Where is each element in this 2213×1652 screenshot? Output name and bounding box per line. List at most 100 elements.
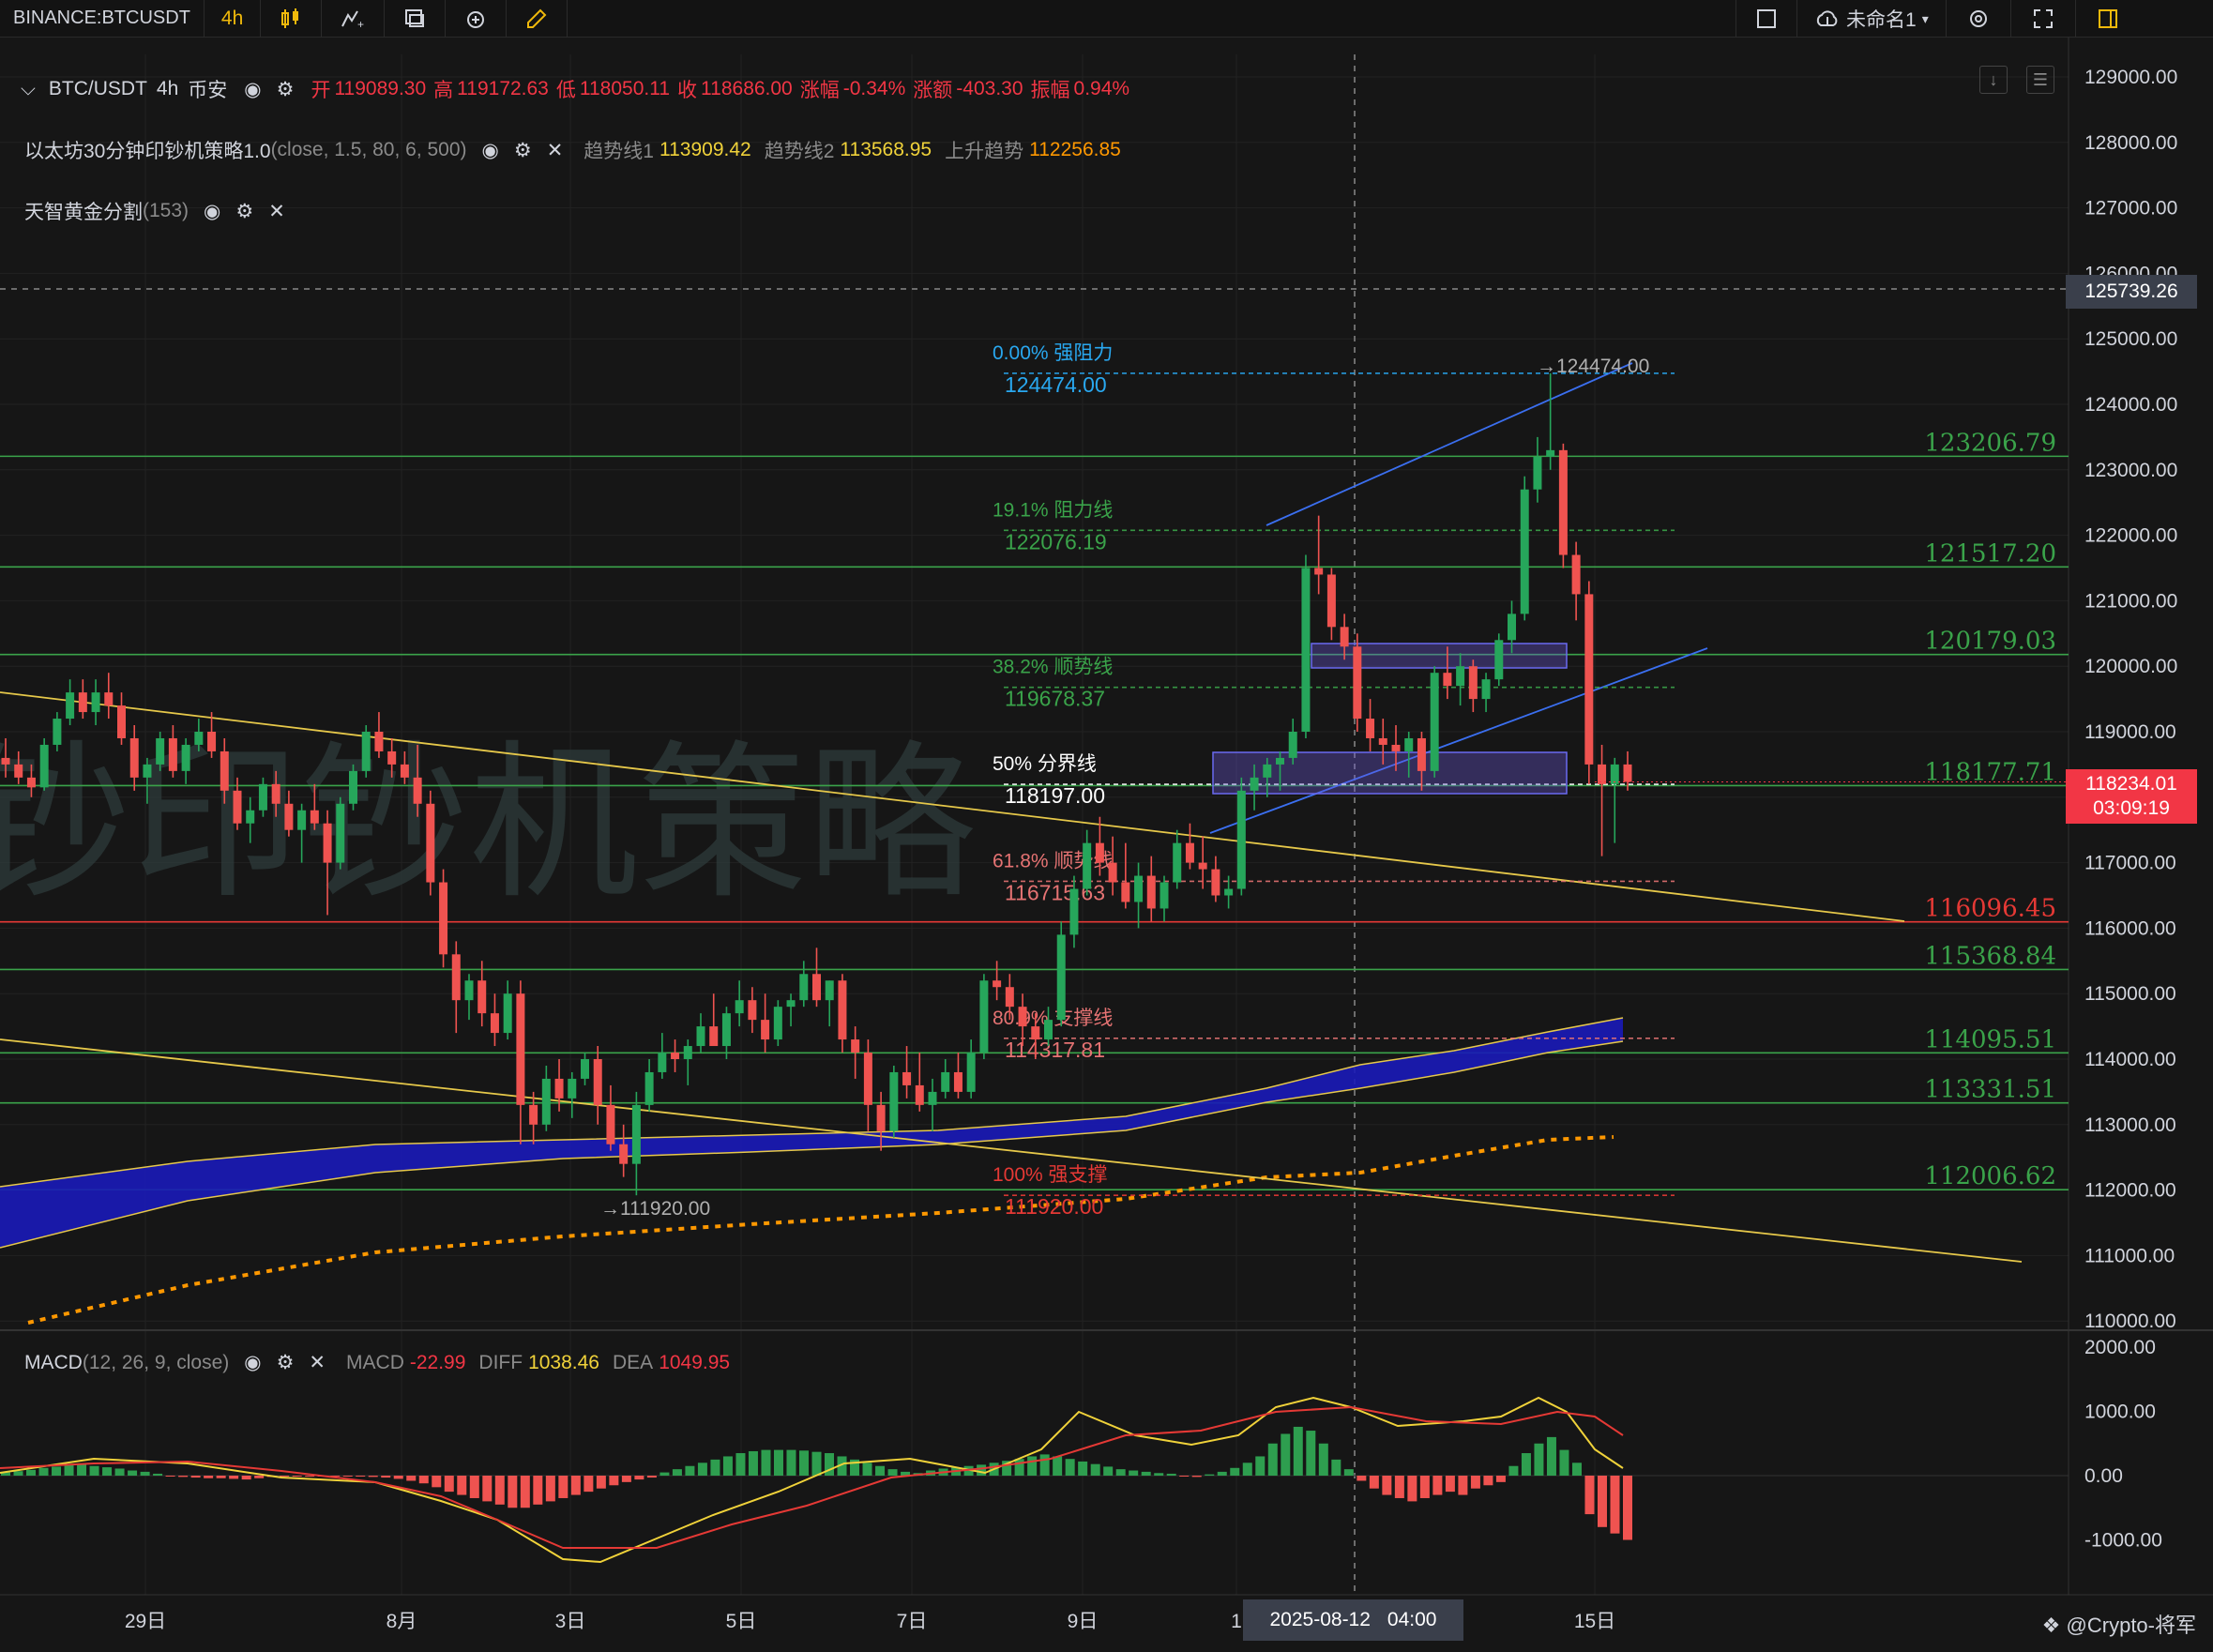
- candle-body: [1056, 934, 1066, 1021]
- macd-histogram-bar: [875, 1465, 886, 1476]
- scroll-down-button[interactable]: ↓: [1979, 66, 2008, 94]
- macd-histogram-bar: [710, 1459, 720, 1476]
- gear-icon[interactable]: ⚙: [235, 200, 253, 223]
- candle-body: [426, 803, 435, 883]
- candle-body: [297, 810, 307, 830]
- candle-body: [1546, 449, 1555, 457]
- macd-histogram-bar: [381, 1476, 391, 1478]
- macd-histogram-bar: [1281, 1433, 1291, 1476]
- eye-icon[interactable]: ◉: [204, 200, 220, 223]
- candle-body: [554, 1078, 564, 1099]
- candle-body: [1430, 673, 1439, 771]
- candle-body: [1173, 842, 1182, 883]
- eye-icon[interactable]: ◉: [244, 1351, 261, 1374]
- gear-icon[interactable]: ⚙: [277, 78, 295, 101]
- candle-body: [503, 993, 512, 1034]
- gear-icon[interactable]: ⚙: [514, 139, 532, 162]
- trend1-label: 趋势线1: [584, 141, 654, 162]
- candle-body: [568, 1078, 577, 1099]
- macd-histogram-bar: [1369, 1476, 1379, 1489]
- crosshair-price-badge: 125739.26: [2066, 275, 2197, 309]
- candle-body: [1366, 719, 1375, 738]
- macd-histogram-bar: [1039, 1454, 1050, 1476]
- candle-body: [721, 1013, 731, 1047]
- candle-body: [1623, 764, 1632, 782]
- macd-histogram-bar: [1027, 1456, 1038, 1476]
- candle-body: [1018, 1007, 1027, 1027]
- candle-body: [593, 1059, 602, 1105]
- macd-histogram-bar: [64, 1464, 74, 1476]
- macd-histogram-bar: [1078, 1461, 1088, 1476]
- macd-histogram-bar: [52, 1466, 62, 1476]
- macd-histogram-bar: [1255, 1456, 1266, 1476]
- gear-icon[interactable]: ⚙: [277, 1351, 295, 1374]
- candle-body: [1571, 554, 1581, 595]
- diff-label: DIFF: [478, 1351, 523, 1373]
- macd-histogram-bar: [292, 1476, 302, 1477]
- macd-tick-label: 0.00: [2084, 1465, 2123, 1487]
- macd-histogram-bar: [722, 1456, 733, 1476]
- price-tick-label: 111000.00: [2084, 1245, 2175, 1266]
- macd-diff-line: [0, 1396, 1624, 1564]
- candle-body: [1417, 737, 1426, 771]
- candle-body: [644, 1071, 654, 1105]
- candle-body: [1, 757, 10, 765]
- collapse-chevron-icon[interactable]: ⌵: [21, 78, 36, 100]
- candle-body: [1250, 777, 1259, 791]
- trend-band: [0, 1017, 1624, 1325]
- candle-body: [748, 1000, 757, 1021]
- candle-body: [902, 1071, 912, 1085]
- macd-histogram-bar: [432, 1476, 442, 1488]
- candle-body: [413, 777, 422, 804]
- macd-histogram-bar: [584, 1476, 594, 1493]
- candle-body: [490, 1013, 499, 1034]
- fib-value-label: 119678.37: [1005, 687, 1105, 711]
- macd-histogram-bar: [1230, 1467, 1240, 1476]
- price-tick-label: 127000.00: [2084, 198, 2177, 220]
- candle-body: [928, 1091, 937, 1105]
- candle-body: [1288, 732, 1297, 758]
- macd-histogram-bar: [128, 1470, 138, 1476]
- candle-body: [1236, 790, 1246, 889]
- macd-pane: [0, 1396, 2069, 1564]
- close-icon[interactable]: ✕: [309, 1351, 326, 1374]
- macd-histogram-bar: [1394, 1476, 1404, 1498]
- candle-body: [735, 1000, 744, 1014]
- macd-histogram-bar: [862, 1463, 872, 1476]
- time-tick-label: 8月: [387, 1611, 417, 1632]
- macd-histogram-bar: [1343, 1469, 1354, 1476]
- price-chart[interactable]: 钞印钞机策略 123206.79121517.20120179.03118177…: [0, 0, 2213, 1652]
- pane-menu-button[interactable]: ☰: [2026, 66, 2054, 94]
- macd-histogram-bar: [659, 1472, 670, 1476]
- macd-histogram-bar: [1357, 1476, 1367, 1481]
- price-tick-label: 113000.00: [2084, 1114, 2176, 1136]
- candle-body: [246, 810, 255, 824]
- macd-histogram-bar: [1559, 1449, 1569, 1476]
- macd-histogram-bar: [342, 1476, 353, 1477]
- macd-histogram-bar: [570, 1476, 581, 1495]
- macd-histogram-bar: [1382, 1476, 1392, 1495]
- macd-histogram-bar: [1571, 1463, 1582, 1476]
- candle-body: [53, 719, 62, 745]
- macd-histogram-bar: [596, 1476, 606, 1489]
- macd-histogram-bar: [102, 1467, 113, 1476]
- diff-value: 1038.46: [528, 1351, 599, 1373]
- candle-body: [168, 737, 177, 771]
- close-icon[interactable]: ✕: [268, 200, 285, 223]
- macd-histogram-bar: [406, 1476, 417, 1481]
- macd-histogram-bar: [1103, 1466, 1114, 1476]
- eye-icon[interactable]: ◉: [244, 78, 261, 101]
- eye-icon[interactable]: ◉: [482, 139, 499, 162]
- candle-body: [825, 980, 834, 1001]
- level-label: 121517.20: [1924, 539, 2056, 568]
- level-label: 120179.03: [1924, 628, 2056, 656]
- macd-histogram-bar: [457, 1476, 467, 1495]
- uptrend-label: 上升趋势: [945, 141, 1024, 162]
- close-icon[interactable]: ✕: [547, 139, 564, 162]
- fib-value-label: 111920.00: [1005, 1194, 1103, 1219]
- high-label: 高: [433, 80, 454, 101]
- candle-body: [851, 1039, 860, 1053]
- time-tick-label: 7日: [897, 1611, 928, 1632]
- candle-body: [889, 1071, 899, 1131]
- golden-legend: 天智黄金分割 (153) ◉ ⚙ ✕: [24, 197, 293, 225]
